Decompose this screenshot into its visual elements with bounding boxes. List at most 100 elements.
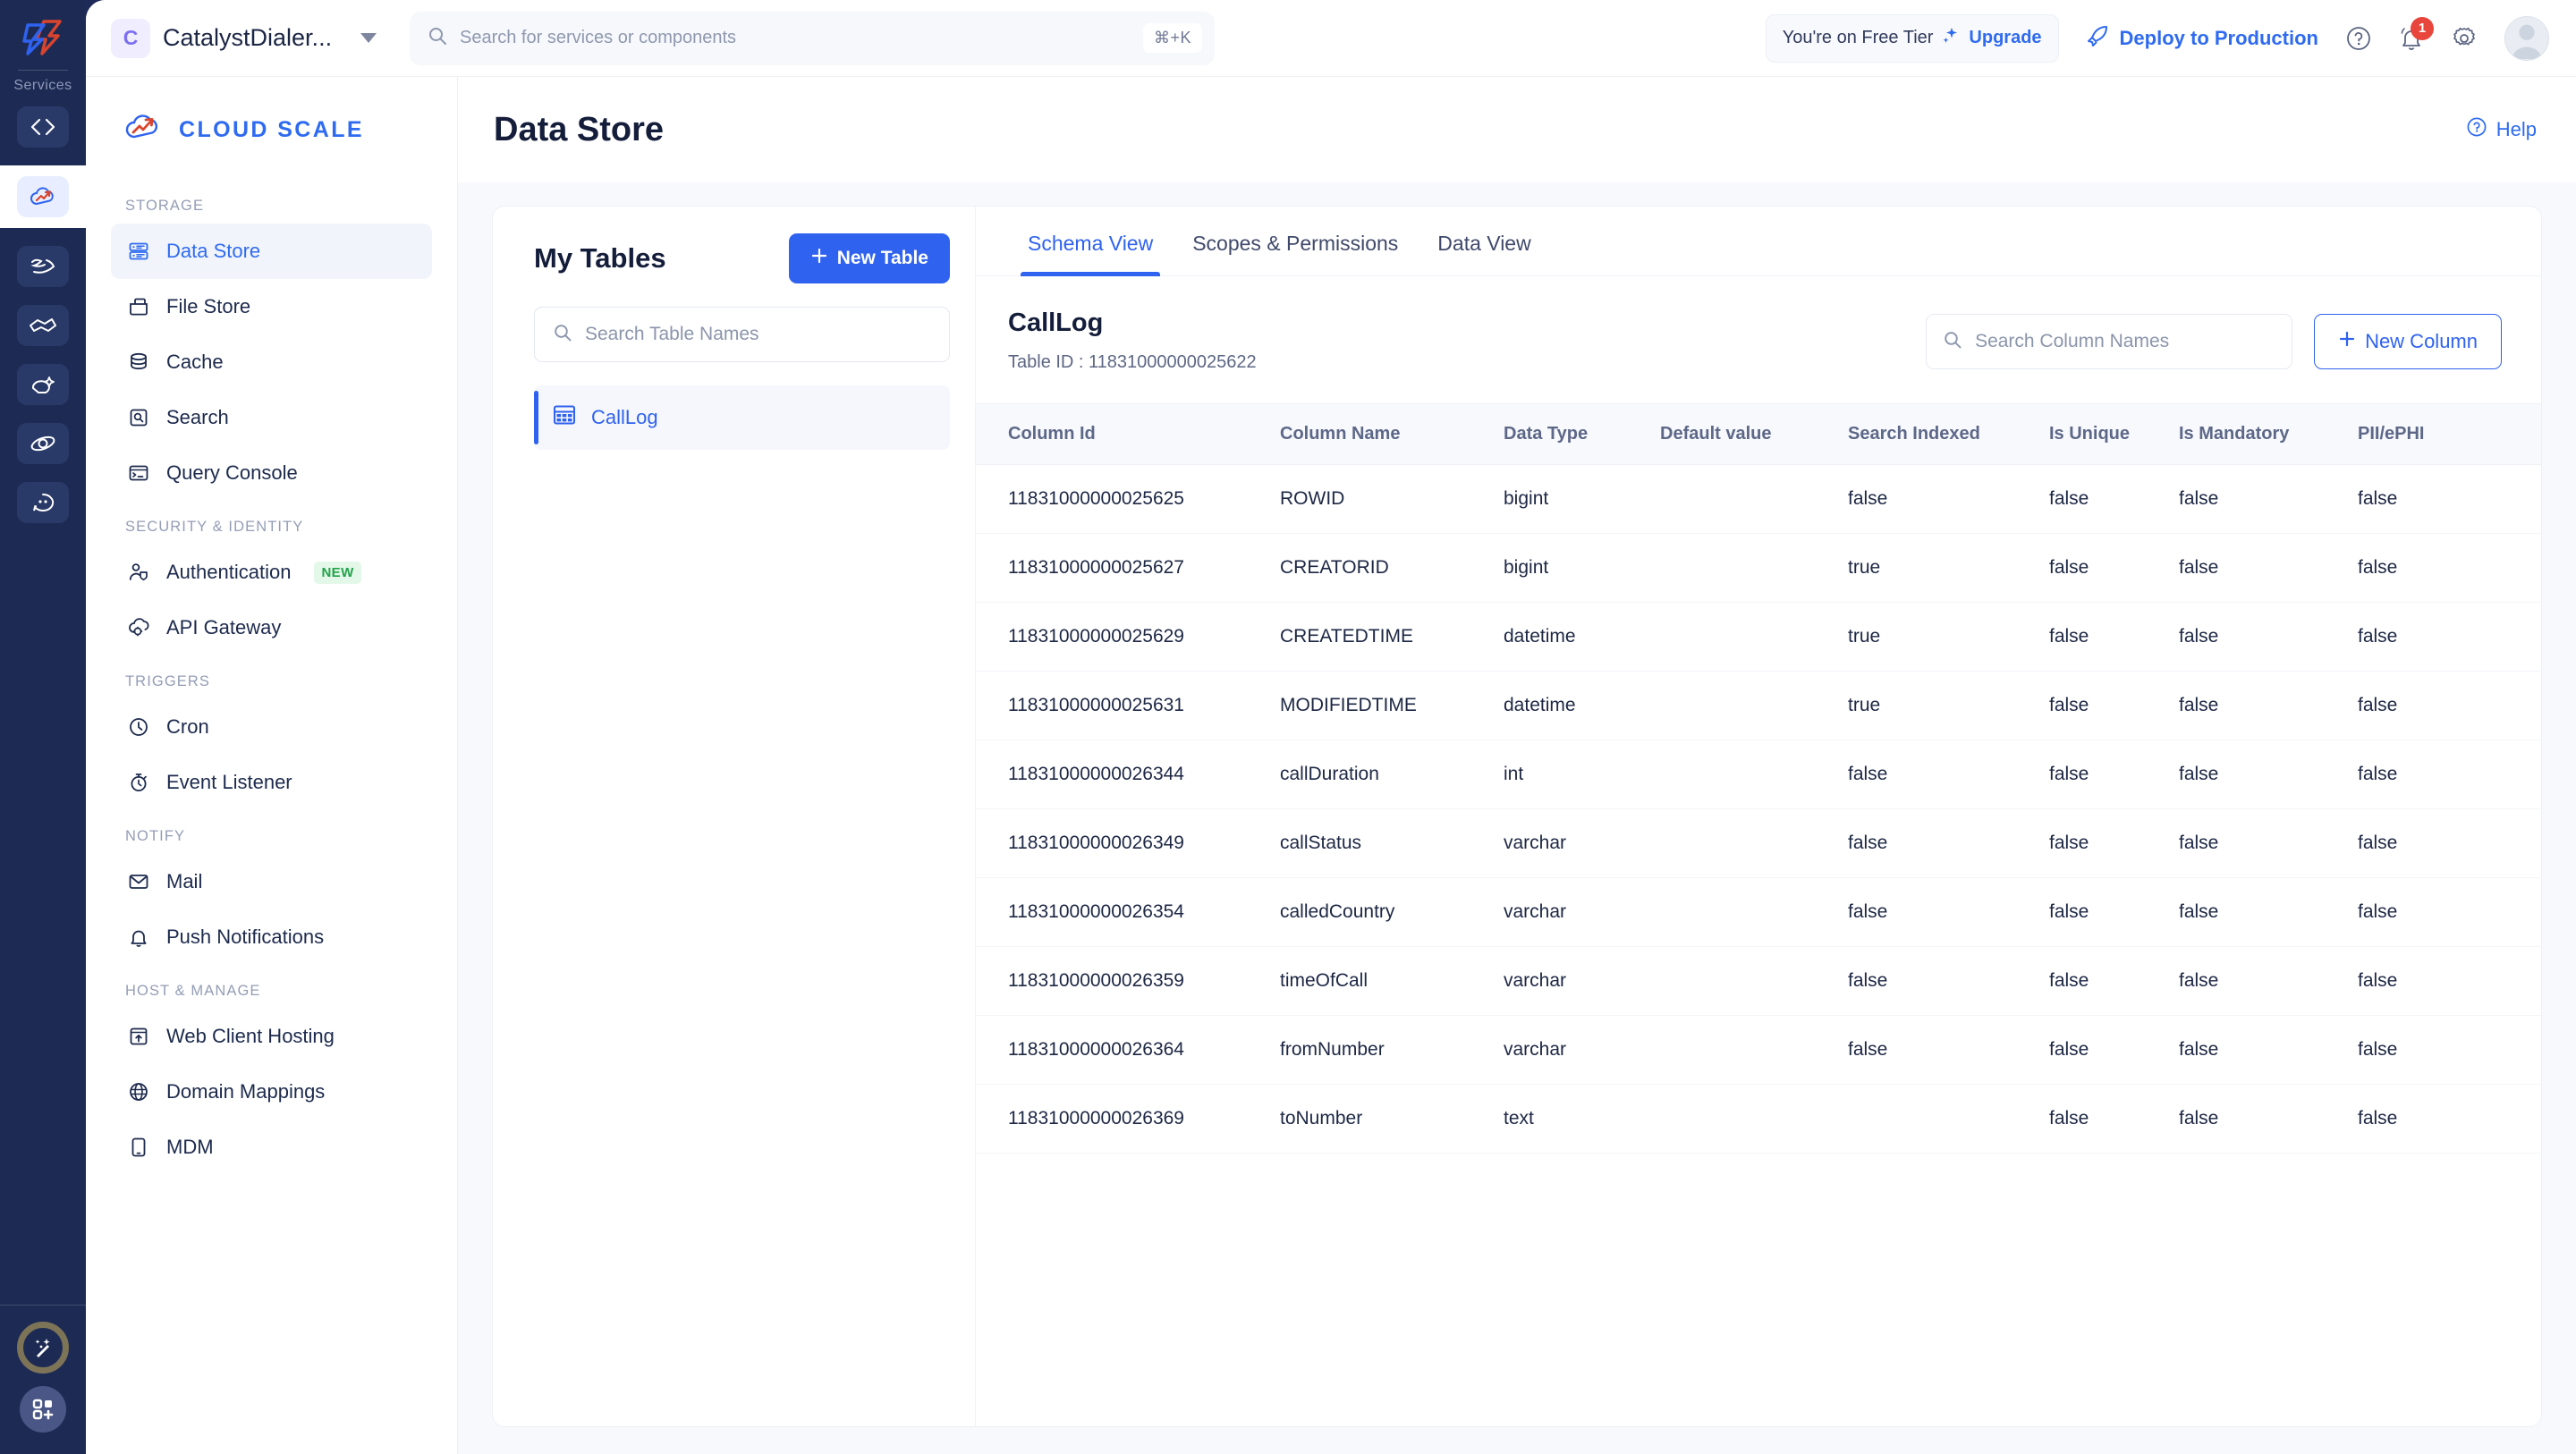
- col-header-default-value[interactable]: Default value: [1660, 403, 1848, 465]
- sidebar-item-data-store[interactable]: Data Store: [111, 224, 432, 279]
- col-header-search-indexed[interactable]: Search Indexed: [1848, 403, 2049, 465]
- search-icon: [1943, 330, 1962, 354]
- table-row[interactable]: 11831000000025627 CREATORID bigint true …: [976, 533, 2541, 603]
- tab-scopes-permissions[interactable]: Scopes & Permissions: [1173, 207, 1418, 275]
- main-body: My Tables New Table Search Table Names C…: [458, 182, 2576, 1454]
- col-header-column-id[interactable]: Column Id: [976, 403, 1280, 465]
- add-apps-icon[interactable]: [20, 1386, 66, 1433]
- table-row[interactable]: 11831000000025625 ROWID bigint false fal…: [976, 464, 2541, 534]
- rail-item-handshake[interactable]: [17, 305, 69, 346]
- sidebar-item-event-listener[interactable]: Event Listener: [111, 755, 432, 810]
- app-body: CLOUD SCALE STORAGE Data Store File Stor…: [86, 77, 2576, 1454]
- cell-default-value: [1660, 533, 1848, 603]
- table-row[interactable]: 11831000000026359 timeOfCall varchar fal…: [976, 946, 2541, 1016]
- schema-header: CallLog Table ID : 11831000000025622 Sea…: [976, 276, 2541, 403]
- cell-data-type: varchar: [1504, 1015, 1660, 1085]
- tables-panel-header: My Tables New Table: [534, 233, 950, 283]
- zoho-catalyst-logo-icon[interactable]: [18, 14, 68, 61]
- rail-item-quickml[interactable]: [17, 364, 69, 405]
- sidebar-item-search[interactable]: Search: [111, 390, 432, 445]
- service-rail: Services: [0, 0, 86, 1454]
- rail-item-zia[interactable]: [17, 246, 69, 287]
- sidebar-item-authentication[interactable]: Authentication NEW: [111, 545, 432, 600]
- upload-box-icon: [127, 1026, 150, 1047]
- new-table-button[interactable]: New Table: [788, 233, 950, 283]
- cell-is-mandatory: false: [2179, 877, 2358, 947]
- rail-section-label: Services: [13, 78, 72, 93]
- project-switcher[interactable]: C CatalystDialer...: [111, 18, 379, 58]
- sidebar-item-label: Authentication: [166, 561, 292, 583]
- rail-item-chat[interactable]: [17, 482, 69, 523]
- table-list-item-calllog[interactable]: CallLog: [534, 385, 950, 450]
- global-search[interactable]: Search for services or components ⌘+K: [410, 11, 1215, 65]
- cell-is-mandatory: false: [2179, 602, 2358, 672]
- sidebar-item-label: Event Listener: [166, 771, 292, 793]
- sidebar-nav: CLOUD SCALE STORAGE Data Store File Stor…: [86, 77, 458, 1454]
- chevron-down-icon[interactable]: [360, 33, 377, 43]
- col-header-is-unique[interactable]: Is Unique: [2049, 403, 2179, 465]
- cell-column-name: ROWID: [1280, 464, 1504, 534]
- rail-item-code[interactable]: [17, 106, 69, 148]
- cell-is-unique: false: [2049, 671, 2179, 740]
- sidebar-item-cron[interactable]: Cron: [111, 699, 432, 755]
- sidebar-item-push-notifications[interactable]: Push Notifications: [111, 909, 432, 965]
- sidebar-item-api-gateway[interactable]: API Gateway: [111, 600, 432, 655]
- search-column-names-input[interactable]: Search Column Names: [1926, 314, 2293, 369]
- sidebar-item-cache[interactable]: Cache: [111, 334, 432, 390]
- sidebar-item-mail[interactable]: Mail: [111, 854, 432, 909]
- help-label: Help: [2496, 118, 2537, 140]
- tab-schema-view[interactable]: Schema View: [1008, 207, 1173, 276]
- upgrade-button[interactable]: Upgrade: [1969, 28, 2041, 48]
- rail-item-cloud-scale[interactable]: [0, 149, 86, 244]
- magic-wand-icon[interactable]: [17, 1322, 69, 1374]
- table-row[interactable]: 11831000000026344 callDuration int false…: [976, 740, 2541, 809]
- help-link[interactable]: Help: [2466, 116, 2537, 143]
- cell-data-type: bigint: [1504, 533, 1660, 603]
- globe-icon: [127, 1081, 150, 1103]
- help-circle-icon[interactable]: [2345, 25, 2372, 52]
- sidebar-item-file-store[interactable]: File Store: [111, 279, 432, 334]
- user-shield-icon: [127, 562, 150, 583]
- sidebar-item-web-client-hosting[interactable]: Web Client Hosting: [111, 1009, 432, 1064]
- gear-icon[interactable]: [2451, 25, 2478, 52]
- cell-pii-ephi: false: [2358, 1015, 2541, 1085]
- table-row[interactable]: 11831000000026369 toNumber text false fa…: [976, 1084, 2541, 1154]
- datastore-card: My Tables New Table Search Table Names C…: [492, 206, 2542, 1427]
- deploy-to-production-button[interactable]: Deploy to Production: [2086, 24, 2318, 53]
- search-column-names-placeholder: Search Column Names: [1975, 331, 2170, 351]
- table-row[interactable]: 11831000000026364 fromNumber varchar fal…: [976, 1015, 2541, 1085]
- rail-items: [0, 106, 86, 523]
- tab-data-view[interactable]: Data View: [1418, 207, 1550, 275]
- table-row[interactable]: 11831000000026349 callStatus varchar fal…: [976, 808, 2541, 878]
- table-row[interactable]: 11831000000025631 MODIFIEDTIME datetime …: [976, 671, 2541, 740]
- cell-search-indexed: false: [1848, 808, 2049, 878]
- col-header-column-name[interactable]: Column Name: [1280, 403, 1504, 465]
- mobile-icon: [127, 1137, 150, 1158]
- notification-count-badge: 1: [2411, 16, 2434, 40]
- col-header-is-mandatory[interactable]: Is Mandatory: [2179, 403, 2358, 465]
- new-column-button[interactable]: New Column: [2314, 314, 2502, 369]
- sidebar-item-query-console[interactable]: Query Console: [111, 445, 432, 501]
- cell-search-indexed: true: [1848, 533, 2049, 603]
- cell-is-mandatory: false: [2179, 1015, 2358, 1085]
- table-row[interactable]: 11831000000025629 CREATEDTIME datetime t…: [976, 602, 2541, 672]
- top-bar-actions: You're on Free Tier Upgrade Deploy to Pr…: [1765, 13, 2549, 63]
- sidebar-item-domain-mappings[interactable]: Domain Mappings: [111, 1064, 432, 1120]
- cell-pii-ephi: false: [2358, 671, 2541, 740]
- global-search-input[interactable]: Search for services or components: [460, 28, 1131, 48]
- cell-is-unique: false: [2049, 533, 2179, 603]
- avatar[interactable]: [2504, 15, 2549, 61]
- cell-data-type: datetime: [1504, 671, 1660, 740]
- sidebar-item-label: Cron: [166, 715, 209, 738]
- col-header-data-type[interactable]: Data Type: [1504, 403, 1660, 465]
- search-table-names-input[interactable]: Search Table Names: [534, 307, 950, 362]
- table-row[interactable]: 11831000000026354 calledCountry varchar …: [976, 877, 2541, 947]
- cell-pii-ephi: false: [2358, 464, 2541, 534]
- search-shortcut: ⌘+K: [1142, 23, 1202, 53]
- sidebar-item-mdm[interactable]: MDM: [111, 1120, 432, 1175]
- rail-item-orbit[interactable]: [17, 423, 69, 464]
- col-header-pii-ephi[interactable]: PII/ePHI: [2358, 403, 2541, 465]
- bell-icon[interactable]: 1: [2399, 16, 2434, 52]
- cell-search-indexed: true: [1848, 602, 2049, 672]
- cell-default-value: [1660, 602, 1848, 672]
